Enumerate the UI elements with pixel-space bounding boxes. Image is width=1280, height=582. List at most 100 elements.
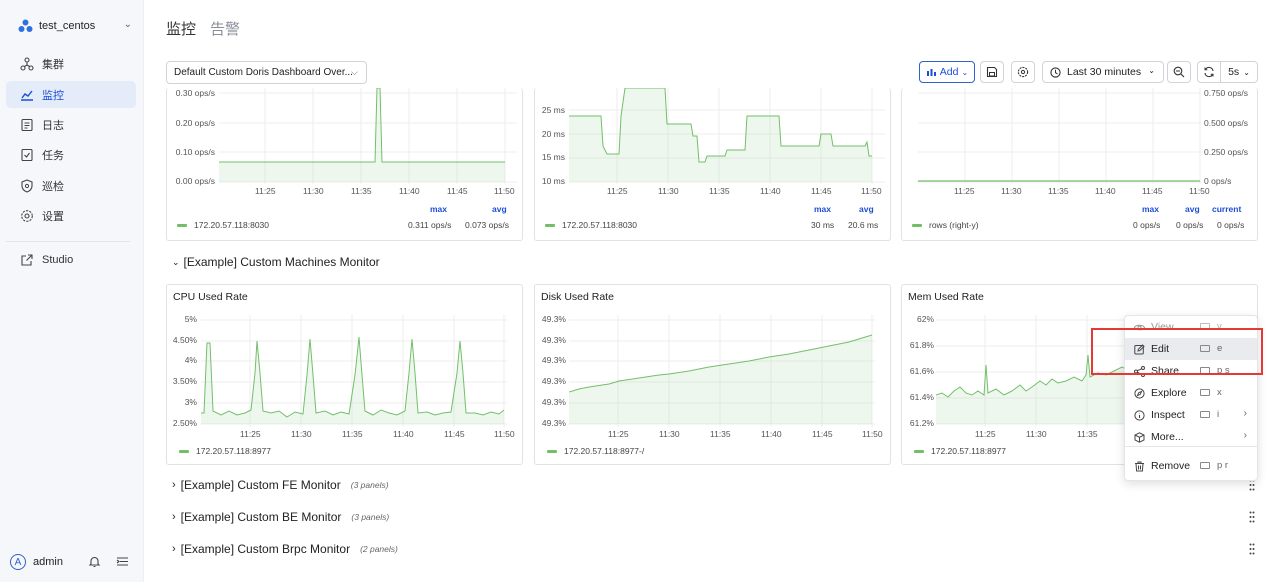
menu-item-view[interactable]: View v	[1125, 316, 1257, 338]
legend-item[interactable]: rows (right-y)	[912, 220, 979, 230]
row-be-monitor[interactable]: › [Example] Custom BE Monitor (3 panels)	[172, 510, 389, 524]
legend-header: max	[1142, 204, 1160, 214]
menu-item-explore[interactable]: Explore x	[1125, 382, 1257, 404]
cluster-icon	[20, 56, 34, 71]
task-icon	[21, 148, 33, 161]
chevron-down-icon: ⌄	[172, 256, 180, 267]
keyboard-icon	[1200, 389, 1210, 396]
panel-fe-rows[interactable]: 0.750 ops/s 0.500 ops/s 0.250 ops/s 0 op…	[901, 88, 1258, 241]
panel-context-menu: View v Edit e Share p s Explore x Inspec…	[1124, 315, 1258, 481]
row-brpc-monitor[interactable]: › [Example] Custom Brpc Monitor (2 panel…	[172, 542, 398, 556]
series-swatch	[179, 449, 189, 453]
sidebar-item-task[interactable]: 任务	[6, 141, 136, 168]
x-tick: 11:45	[1142, 186, 1163, 196]
menu-item-edit[interactable]: Edit e	[1125, 338, 1257, 360]
legend-item[interactable]: 172.20.57.118:8030	[177, 220, 269, 230]
x-tick: 11:30	[291, 429, 312, 439]
y-tick: 4%	[184, 355, 197, 365]
time-range-picker[interactable]: Last 30 minutes ⌄	[1042, 61, 1164, 83]
dashboard-select[interactable]: Default Custom Doris Dashboard Over... ⌵	[166, 61, 367, 84]
y-tick: 49.3%	[541, 418, 566, 428]
series-swatch	[547, 449, 557, 453]
add-button[interactable]: Add ⌄	[919, 61, 975, 83]
zoom-out-button[interactable]	[1167, 61, 1191, 83]
collapse-menu-icon[interactable]	[116, 555, 129, 568]
menu-item-share[interactable]: Share p s	[1125, 360, 1257, 382]
legend-value: 0 ops/s	[1176, 220, 1204, 230]
sidebar-item-cluster[interactable]: 集群	[6, 50, 136, 77]
log-icon	[21, 118, 33, 131]
sidebar-divider	[6, 241, 130, 242]
legend-label: 172.20.57.118:8030	[562, 220, 637, 230]
legend-item[interactable]: 172.20.57.118:8030	[545, 220, 637, 230]
x-tick: 11:40	[760, 186, 781, 196]
legend-value: 0 ops/s	[1217, 220, 1245, 230]
refresh-button[interactable]	[1197, 61, 1221, 83]
refresh-interval-select[interactable]: 5s ⌄	[1220, 61, 1258, 83]
sidebar-item-log[interactable]: 日志	[6, 111, 136, 138]
drag-handle-icon[interactable]	[1249, 543, 1255, 555]
y-tick: 3.50%	[172, 376, 197, 386]
disk-plot[interactable]	[569, 315, 875, 427]
menu-item-more[interactable]: More... ›	[1125, 426, 1257, 448]
y-tick: 0 ops/s	[1204, 176, 1232, 186]
clock-icon	[1050, 66, 1061, 78]
panel-fe-latency[interactable]: 25 ms 20 ms 15 ms 10 ms 11:25 11:30 11:3…	[534, 88, 891, 241]
refresh-interval-value: 5s	[1228, 66, 1240, 78]
sidebar-item-studio[interactable]: Studio	[6, 246, 136, 273]
x-tick: 11:25	[975, 429, 996, 439]
x-tick: 11:40	[399, 186, 420, 196]
menu-shortcut: p s	[1217, 365, 1230, 376]
row-machines-monitor[interactable]: ⌄ [Example] Custom Machines Monitor	[172, 255, 380, 269]
row-fe-monitor[interactable]: › [Example] Custom FE Monitor (3 panels)	[172, 478, 389, 492]
compass-icon	[1134, 387, 1145, 399]
row-panel-count: (3 panels)	[350, 480, 389, 490]
y-tick: 61.4%	[909, 392, 934, 402]
inspect-icon	[21, 178, 33, 193]
legend-item[interactable]: 172.20.57.118:8977-/	[547, 446, 644, 456]
cube-icon	[1134, 431, 1145, 443]
legend-item[interactable]: 172.20.57.118:8977	[179, 446, 271, 456]
chevron-right-icon: ›	[1243, 430, 1247, 441]
save-button[interactable]	[980, 61, 1004, 83]
y-tick: 49.3%	[541, 335, 566, 345]
avatar[interactable]: A	[10, 554, 26, 570]
y-tick: 49.3%	[541, 314, 566, 324]
cpu-plot[interactable]	[201, 315, 507, 427]
qps-plot[interactable]	[219, 88, 517, 184]
sidebar-item-monitor[interactable]: 监控	[6, 81, 136, 108]
menu-item-label: Explore	[1151, 387, 1187, 399]
settings-button[interactable]	[1011, 61, 1035, 83]
tab-monitor[interactable]: 监控	[166, 18, 196, 39]
legend-item[interactable]: 172.20.57.118:8977	[914, 446, 1006, 456]
y-tick: 15 ms	[541, 152, 565, 162]
menu-item-remove[interactable]: Remove p r	[1125, 455, 1257, 477]
mem-plot[interactable]	[936, 315, 1126, 427]
menu-item-inspect[interactable]: Inspect i ›	[1125, 404, 1257, 426]
bell-icon[interactable]	[88, 555, 101, 568]
x-tick: 11:25	[954, 186, 975, 196]
keyboard-icon	[1200, 411, 1210, 418]
panel-disk-used-rate[interactable]: Disk Used Rate 49.3% 49.3% 49.3% 49.3% 4…	[534, 284, 891, 465]
panel-cpu-used-rate[interactable]: CPU Used Rate 5% 4.50% 4% 3.50% 3% 2.50%…	[166, 284, 523, 465]
panel-fe-qps[interactable]: 0.30 ops/s 0.20 ops/s 0.10 ops/s 0.00 op…	[166, 88, 523, 241]
user-footer: A admin	[10, 552, 134, 572]
sidebar-item-settings[interactable]: 设置	[6, 202, 136, 229]
x-tick: 11:30	[1001, 186, 1022, 196]
y-tick: 0.20 ops/s	[175, 118, 215, 128]
y-tick: 0.30 ops/s	[175, 88, 215, 98]
zoom-out-icon	[1173, 66, 1185, 78]
sidebar: test_centos ⌄ 集群 监控 日志 任务 巡检 设置 Studio A…	[0, 0, 144, 582]
cluster-selector[interactable]: test_centos ⌄	[18, 16, 136, 36]
y-tick: 0.10 ops/s	[175, 147, 215, 157]
latency-plot[interactable]	[569, 88, 885, 184]
rows-plot[interactable]	[918, 88, 1202, 184]
x-tick: 11:25	[255, 186, 276, 196]
x-tick: 11:50	[861, 186, 882, 196]
sidebar-item-inspect[interactable]: 巡检	[6, 172, 136, 199]
bar-chart-icon	[926, 69, 936, 76]
tab-alert[interactable]: 告警	[210, 18, 240, 39]
y-tick: 2.50%	[172, 418, 197, 428]
drag-handle-icon[interactable]	[1249, 511, 1255, 523]
x-tick: 11:45	[444, 429, 465, 439]
